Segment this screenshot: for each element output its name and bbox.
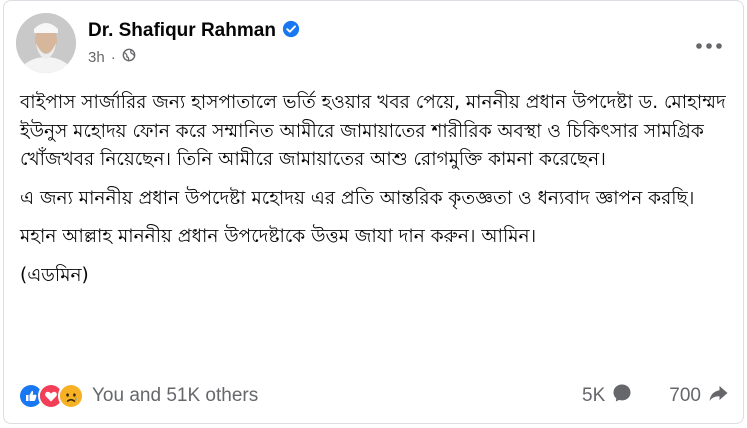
timestamp-row: 3h ·: [88, 48, 300, 66]
author-row: Dr. Shafiqur Rahman: [88, 20, 300, 42]
share-icon: [707, 382, 729, 410]
comment-icon: [611, 382, 633, 410]
post-body: বাইপাস সার্জারির জন্য হাসপাতালে ভর্তি হও…: [20, 89, 729, 300]
avatar[interactable]: [16, 13, 76, 73]
post-paragraph: মহান আল্লাহ মাননীয় প্রধান উপদেষ্টাকে উত…: [20, 226, 537, 247]
post-header: Dr. Shafiqur Rahman 3h ·: [16, 13, 300, 73]
comment-count-link[interactable]: 5K: [582, 382, 633, 410]
reaction-count[interactable]: You and 51K others: [92, 385, 258, 407]
share-count-link[interactable]: 700: [669, 382, 729, 410]
post-time[interactable]: 3h: [88, 49, 105, 66]
separator-dot: ·: [110, 48, 116, 66]
sad-reaction-icon: [58, 383, 84, 409]
verified-badge-icon: [282, 20, 300, 42]
post-footer: You and 51K others 5K 700: [18, 379, 729, 413]
post-stats: 5K 700: [582, 382, 729, 410]
post-card: Dr. Shafiqur Rahman 3h · বাইপাস সার্জারি…: [3, 0, 744, 424]
comment-count: 5K: [582, 385, 606, 406]
author-name[interactable]: Dr. Shafiqur Rahman: [88, 20, 276, 42]
post-paragraph: (এডমিন): [20, 264, 89, 286]
post-paragraph: এ জন্য মাননীয় প্রধান উপদেষ্টা মহোদয় এর…: [20, 187, 695, 209]
reaction-icons[interactable]: [18, 383, 84, 409]
more-options-icon[interactable]: [695, 37, 723, 49]
post-meta: Dr. Shafiqur Rahman 3h ·: [88, 20, 300, 66]
share-count: 700: [669, 385, 701, 406]
post-paragraph: বাইপাস সার্জারির জন্য হাসপাতালে ভর্তি হও…: [20, 92, 726, 170]
globe-icon[interactable]: [122, 48, 136, 66]
